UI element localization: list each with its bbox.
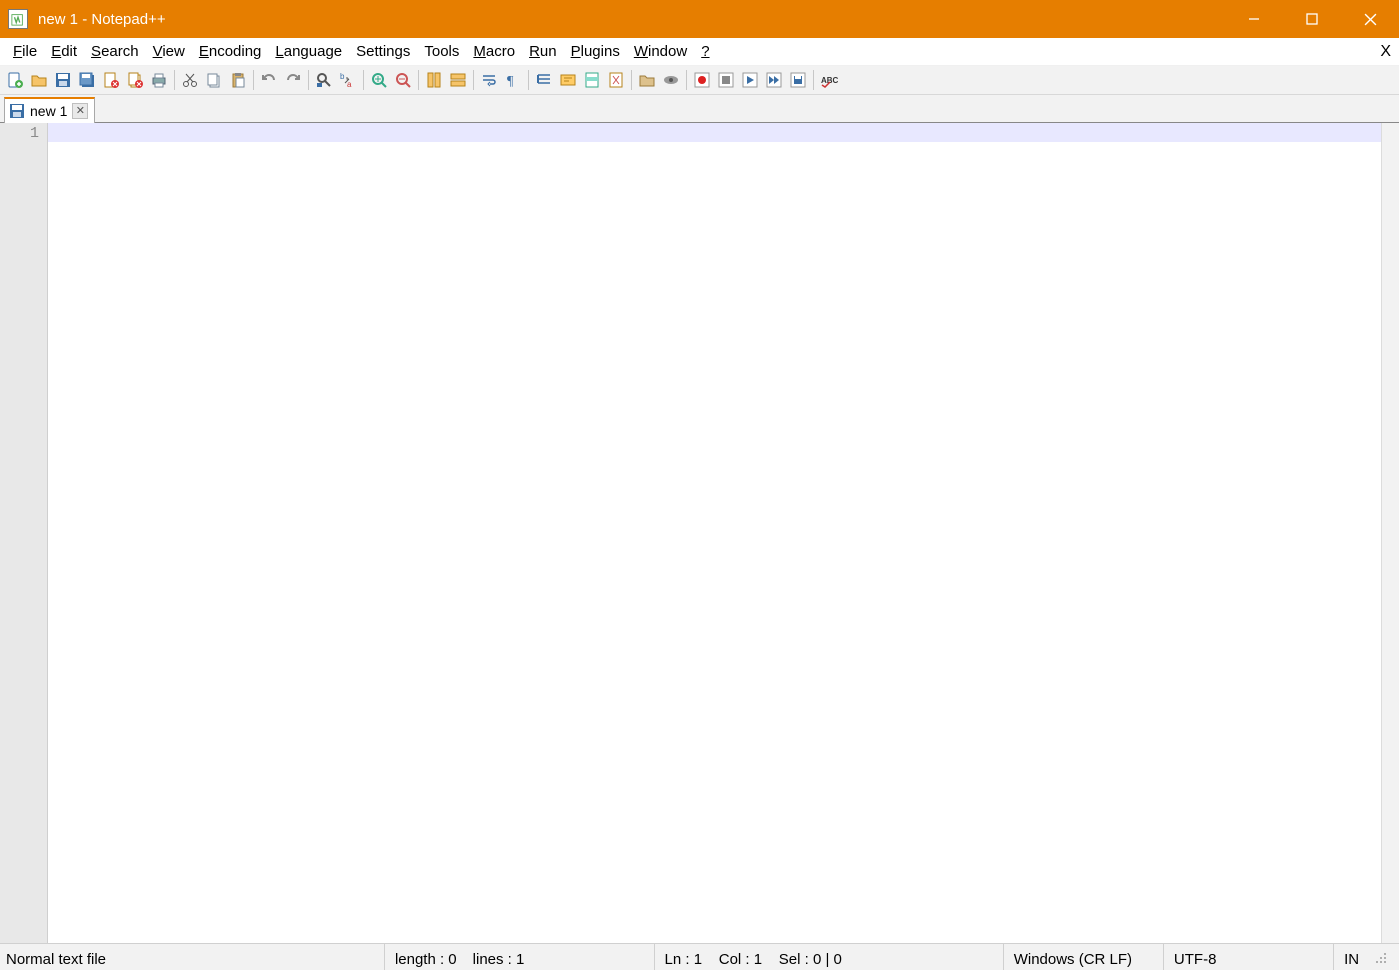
- line-number-gutter: 1: [0, 123, 48, 943]
- new-file-icon[interactable]: [4, 69, 26, 91]
- status-eol[interactable]: Windows (CR LF): [1003, 944, 1163, 970]
- open-file-icon[interactable]: [28, 69, 50, 91]
- window-title: new 1 - Notepad++: [38, 11, 166, 28]
- folder-workspace-icon[interactable]: [636, 69, 658, 91]
- toolbar-separator: [174, 70, 175, 90]
- toolbar-separator: [253, 70, 254, 90]
- menu-search[interactable]: Search: [84, 38, 146, 65]
- wordwrap-icon[interactable]: [478, 69, 500, 91]
- close-document-button[interactable]: X: [1380, 43, 1391, 61]
- status-cursor: Ln : 1 Col : 1 Sel : 0 | 0: [665, 951, 842, 968]
- menu-macro[interactable]: Macro: [466, 38, 522, 65]
- user-lang-icon[interactable]: [557, 69, 579, 91]
- status-encoding[interactable]: UTF-8: [1163, 944, 1333, 970]
- cut-icon[interactable]: [179, 69, 201, 91]
- app-icon: [8, 9, 28, 29]
- monitoring-icon[interactable]: [660, 69, 682, 91]
- menu-edit[interactable]: Edit: [44, 38, 84, 65]
- close-file-icon[interactable]: [100, 69, 122, 91]
- vertical-scrollbar[interactable]: [1381, 123, 1399, 943]
- close-all-icon[interactable]: [124, 69, 146, 91]
- menu-bar: FileEditSearchViewEncodingLanguageSettin…: [0, 38, 1399, 66]
- play-macro-icon[interactable]: [739, 69, 761, 91]
- menu-encoding[interactable]: Encoding: [192, 38, 269, 65]
- doc-map-icon[interactable]: [581, 69, 603, 91]
- play-multi-icon[interactable]: [763, 69, 785, 91]
- document-tab-strip: new 1 ✕: [0, 95, 1399, 123]
- current-line-highlight: [48, 123, 1381, 142]
- menu-language[interactable]: Language: [268, 38, 349, 65]
- func-list-icon[interactable]: [605, 69, 627, 91]
- toolbar-separator: [631, 70, 632, 90]
- indent-guide-icon[interactable]: [533, 69, 555, 91]
- maximize-button[interactable]: [1283, 0, 1341, 38]
- menu-view[interactable]: View: [146, 38, 192, 65]
- stop-macro-icon[interactable]: [715, 69, 737, 91]
- toolbar-separator: [418, 70, 419, 90]
- line-number: 1: [0, 125, 39, 142]
- redo-icon[interactable]: [282, 69, 304, 91]
- toolbar-separator: [528, 70, 529, 90]
- menu-window[interactable]: Window: [627, 38, 694, 65]
- status-insert-mode[interactable]: IN: [1333, 944, 1369, 970]
- replace-icon[interactable]: [337, 69, 359, 91]
- status-lines: lines : 1: [473, 951, 525, 968]
- toolbar-separator: [813, 70, 814, 90]
- close-tab-button[interactable]: ✕: [72, 103, 88, 119]
- find-icon[interactable]: [313, 69, 335, 91]
- menu-?[interactable]: ?: [694, 38, 716, 65]
- floppy-icon: [9, 103, 25, 119]
- spellcheck-icon[interactable]: [818, 69, 840, 91]
- save-macro-icon[interactable]: [787, 69, 809, 91]
- print-icon[interactable]: [148, 69, 170, 91]
- zoom-in-icon[interactable]: [368, 69, 390, 91]
- zoom-out-icon[interactable]: [392, 69, 414, 91]
- status-length: length : 0: [395, 951, 457, 968]
- main-toolbar: [0, 66, 1399, 95]
- document-tab[interactable]: new 1 ✕: [4, 97, 95, 123]
- status-filetype: Normal text file: [4, 944, 384, 970]
- toolbar-separator: [363, 70, 364, 90]
- text-editor[interactable]: [48, 123, 1381, 943]
- sync-h-icon[interactable]: [447, 69, 469, 91]
- title-bar: new 1 - Notepad++: [0, 0, 1399, 38]
- sync-v-icon[interactable]: [423, 69, 445, 91]
- toolbar-separator: [473, 70, 474, 90]
- show-all-chars-icon[interactable]: [502, 69, 524, 91]
- save-icon[interactable]: [52, 69, 74, 91]
- resize-grip[interactable]: [1375, 952, 1389, 966]
- toolbar-separator: [686, 70, 687, 90]
- editor-area: 1: [0, 123, 1399, 943]
- menu-settings[interactable]: Settings: [349, 38, 417, 65]
- menu-file[interactable]: File: [6, 38, 44, 65]
- copy-icon[interactable]: [203, 69, 225, 91]
- record-macro-icon[interactable]: [691, 69, 713, 91]
- minimize-button[interactable]: [1225, 0, 1283, 38]
- status-bar: Normal text file length : 0 lines : 1 Ln…: [0, 943, 1399, 970]
- close-window-button[interactable]: [1341, 0, 1399, 38]
- menu-tools[interactable]: Tools: [417, 38, 466, 65]
- menu-plugins[interactable]: Plugins: [564, 38, 627, 65]
- paste-icon[interactable]: [227, 69, 249, 91]
- undo-icon[interactable]: [258, 69, 280, 91]
- menu-run[interactable]: Run: [522, 38, 564, 65]
- document-tab-label: new 1: [30, 103, 67, 119]
- save-all-icon[interactable]: [76, 69, 98, 91]
- toolbar-separator: [308, 70, 309, 90]
